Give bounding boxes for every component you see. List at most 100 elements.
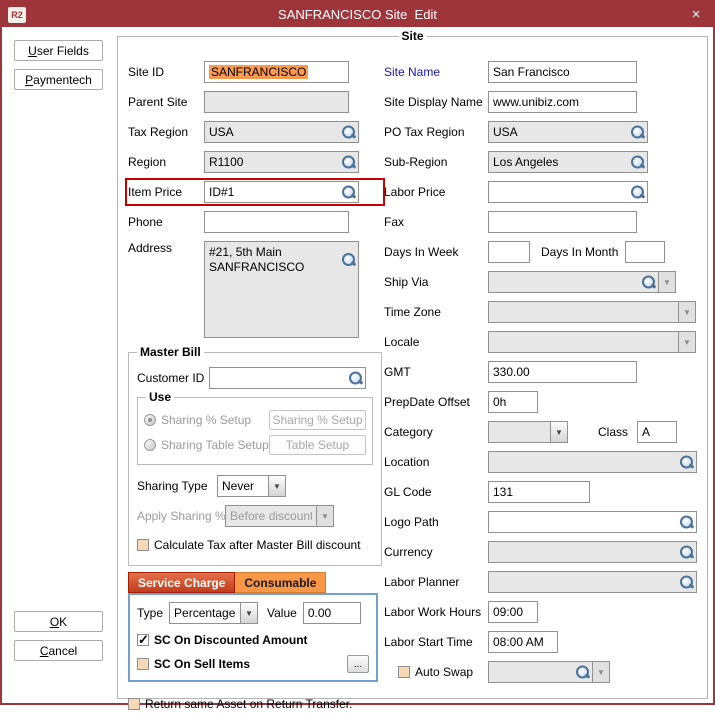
dropdown-arrow-icon[interactable] xyxy=(269,475,286,497)
region-input[interactable]: R1100 xyxy=(204,151,359,173)
dropdown-arrow-icon[interactable] xyxy=(241,602,258,624)
labor-start-time-input[interactable]: 08:00 AM xyxy=(488,631,558,653)
charge-value-input[interactable]: 0.00 xyxy=(303,602,361,624)
auto-swap-row: Auto Swap xyxy=(384,661,706,683)
ok-button[interactable]: OK xyxy=(14,611,103,632)
site-id-input[interactable]: SANFRANCISCO xyxy=(204,61,349,83)
gmt-input[interactable]: 330.00 xyxy=(488,361,637,383)
apply-sharing-value: Before discount xyxy=(230,509,312,523)
apply-sharing-value-field: Before discount xyxy=(225,505,317,527)
lookup-icon[interactable] xyxy=(341,125,356,140)
lookup-icon[interactable] xyxy=(679,515,694,530)
prepdate-offset-label: PrepDate Offset xyxy=(384,395,488,409)
left-column: Site ID SANFRANCISCO Parent Site Tax Reg… xyxy=(128,61,382,718)
sharing-type-row: Sharing Type Never xyxy=(137,475,373,497)
lookup-icon[interactable] xyxy=(341,185,356,200)
site-name-value: San Francisco xyxy=(493,65,570,79)
table-setup-button: Table Setup xyxy=(269,435,366,455)
sharing-type-value-field[interactable]: Never xyxy=(217,475,269,497)
site-id-value: SANFRANCISCO xyxy=(209,65,308,79)
lookup-icon xyxy=(679,455,694,470)
labor-start-time-value: 08:00 AM xyxy=(493,635,544,649)
logo-path-input[interactable] xyxy=(488,511,697,533)
paymentech-button[interactable]: Paymentech xyxy=(14,69,103,90)
titlebar[interactable]: R2 SANFRANCISCO Site Edit × xyxy=(2,2,713,27)
currency-input xyxy=(488,541,697,563)
auto-swap-checkbox[interactable] xyxy=(398,666,410,678)
charge-type-value-field[interactable]: Percentage xyxy=(169,602,241,624)
dropdown-arrow-icon xyxy=(659,271,676,293)
sub-region-input[interactable]: Los Angeles xyxy=(488,151,648,173)
class-input[interactable]: A xyxy=(637,421,677,443)
category-row: Category Class A xyxy=(384,421,706,443)
category-label: Category xyxy=(384,425,488,439)
tab-consumable[interactable]: Consumable xyxy=(235,572,326,593)
tax-region-input[interactable]: USA xyxy=(204,121,359,143)
logo-path-row: Logo Path xyxy=(384,511,706,533)
lookup-icon[interactable] xyxy=(341,252,356,267)
sharing-type-select[interactable]: Never xyxy=(217,475,286,497)
gmt-label: GMT xyxy=(384,365,488,379)
labor-planner-label: Labor Planner xyxy=(384,575,488,589)
days-in-week-label: Days In Week xyxy=(384,245,488,259)
close-button[interactable]: × xyxy=(685,6,707,23)
fax-input[interactable] xyxy=(488,211,637,233)
window-title: SANFRANCISCO Site Edit xyxy=(2,7,713,22)
address-label: Address xyxy=(128,241,204,255)
cancel-button[interactable]: Cancel xyxy=(14,640,103,661)
prepdate-offset-input[interactable]: 0h xyxy=(488,391,538,413)
lookup-icon[interactable] xyxy=(630,125,645,140)
item-price-input[interactable]: ID#1 xyxy=(204,181,359,203)
address-input[interactable]: #21, 5th Main SANFRANCISCO xyxy=(204,241,359,338)
auto-swap-checkbox-group: Auto Swap xyxy=(384,665,488,679)
lookup-icon[interactable] xyxy=(630,185,645,200)
location-label: Location xyxy=(384,455,488,469)
labor-work-hours-row: Labor Work Hours 09:00 xyxy=(384,601,706,623)
site-groupbox: Site Site ID SANFRANCISCO Parent Site xyxy=(117,36,708,699)
sub-region-value: Los Angeles xyxy=(493,155,558,169)
customer-id-input[interactable] xyxy=(209,367,366,389)
time-zone-label: Time Zone xyxy=(384,305,488,319)
return-same-asset-checkbox[interactable] xyxy=(128,698,140,710)
sidebar: User Fields Paymentech OK Cancel xyxy=(2,27,115,703)
sc-on-discounted-checkbox[interactable] xyxy=(137,634,149,646)
parent-site-label: Parent Site xyxy=(128,95,204,109)
use-groupbox: Use Sharing % Setup Sharing % Setup Shar… xyxy=(137,397,373,465)
time-zone-select xyxy=(488,301,696,323)
lookup-icon[interactable] xyxy=(630,155,645,170)
locale-label: Locale xyxy=(384,335,488,349)
dropdown-arrow-icon xyxy=(551,421,568,443)
days-in-month-label: Days In Month xyxy=(541,245,618,259)
region-label: Region xyxy=(128,155,204,169)
master-bill-legend: Master Bill xyxy=(137,345,204,359)
calc-tax-checkbox[interactable] xyxy=(137,539,149,551)
sharing-pct-setup-radio-label: Sharing % Setup xyxy=(161,413,251,427)
lookup-icon[interactable] xyxy=(341,155,356,170)
address-row: Address #21, 5th Main SANFRANCISCO xyxy=(128,241,382,338)
parent-site-input xyxy=(204,91,349,113)
ship-via-label: Ship Via xyxy=(384,275,488,289)
gmt-row: GMT 330.00 xyxy=(384,361,706,383)
user-fields-button[interactable]: User Fields xyxy=(14,40,103,61)
sharing-pct-setup-button: Sharing % Setup xyxy=(269,410,366,430)
po-tax-region-input[interactable]: USA xyxy=(488,121,648,143)
tab-service-charge[interactable]: Service Charge xyxy=(128,572,235,593)
sc-on-sell-items-checkbox[interactable] xyxy=(137,658,149,670)
gmt-value: 330.00 xyxy=(493,365,530,379)
more-button[interactable]: ... xyxy=(347,655,369,673)
site-name-input[interactable]: San Francisco xyxy=(488,61,637,83)
locale-select xyxy=(488,331,696,353)
parent-site-row: Parent Site xyxy=(128,91,382,113)
days-in-week-input[interactable] xyxy=(488,241,530,263)
site-display-name-input[interactable]: www.unibiz.com xyxy=(488,91,637,113)
fax-label: Fax xyxy=(384,215,488,229)
labor-price-input[interactable] xyxy=(488,181,648,203)
phone-input[interactable] xyxy=(204,211,349,233)
days-in-month-input[interactable] xyxy=(625,241,665,263)
labor-work-hours-input[interactable]: 09:00 xyxy=(488,601,538,623)
currency-row: Currency xyxy=(384,541,706,563)
location-row: Location xyxy=(384,451,706,473)
lookup-icon[interactable] xyxy=(348,371,363,386)
gl-code-input[interactable]: 131 xyxy=(488,481,590,503)
charge-type-select[interactable]: Percentage xyxy=(169,602,258,624)
